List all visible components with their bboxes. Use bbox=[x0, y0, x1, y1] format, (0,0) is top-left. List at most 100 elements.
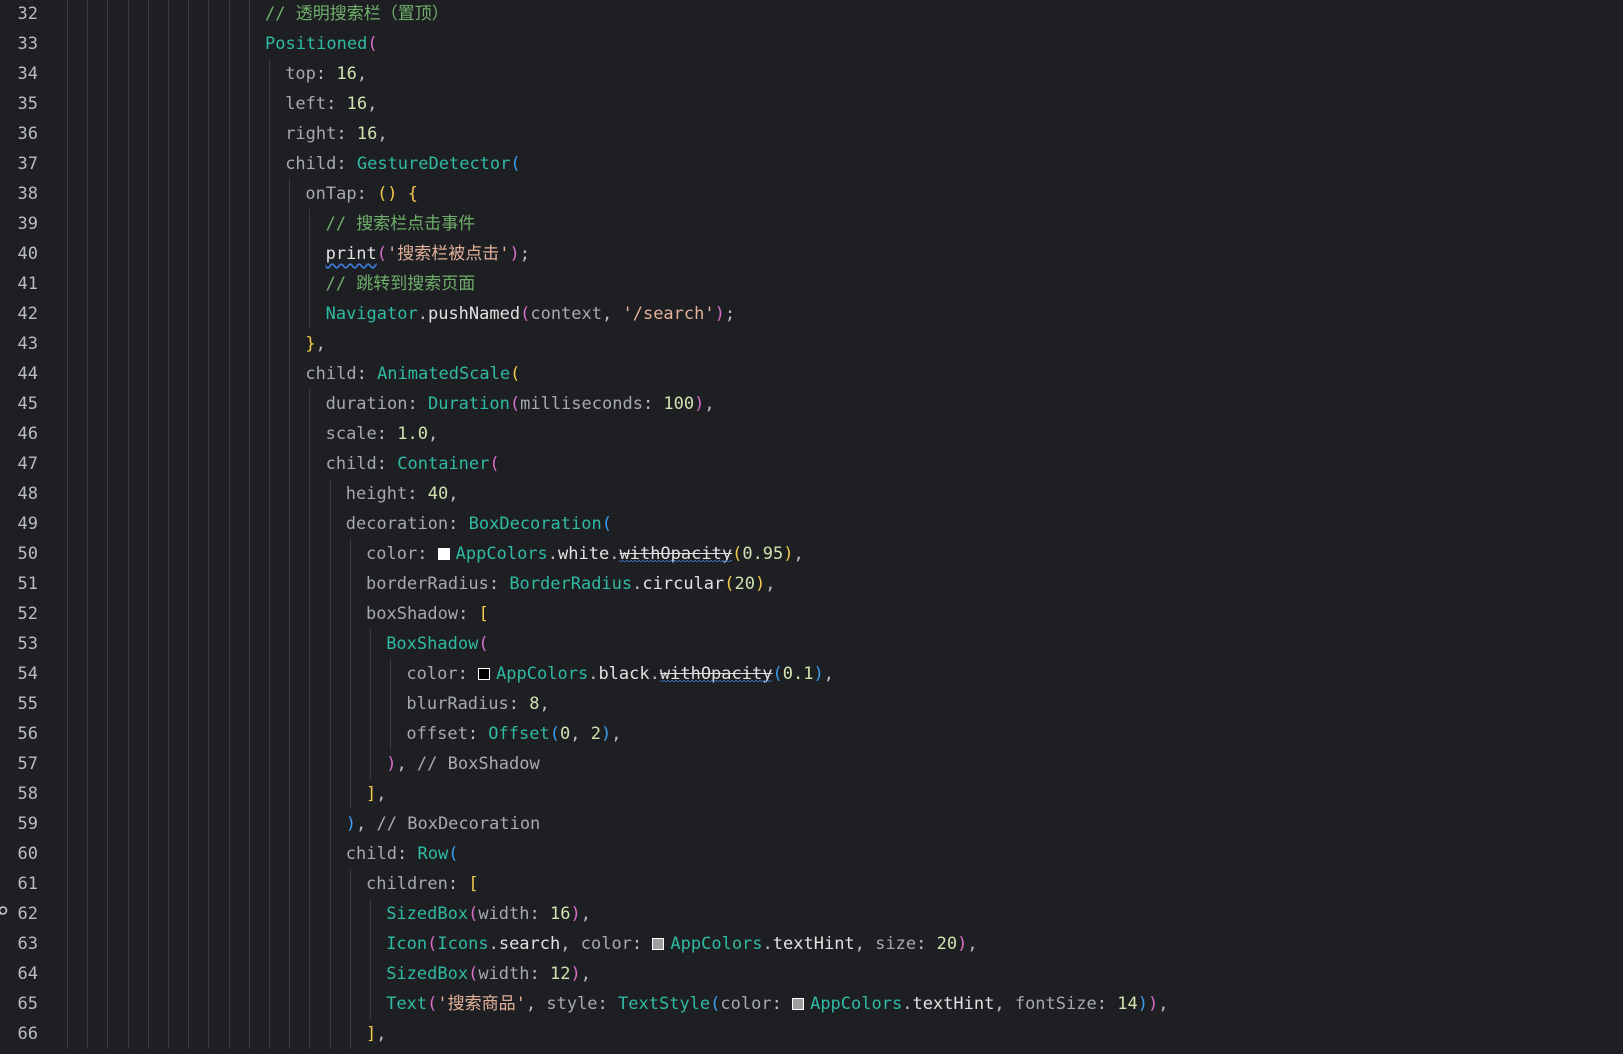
code-line[interactable]: 52 boxShadow: [ bbox=[0, 599, 1623, 629]
code-line[interactable]: 40 print('搜索栏被点击'); bbox=[0, 239, 1623, 269]
line-number[interactable]: 33 bbox=[0, 29, 38, 59]
code-content[interactable]: decoration: BoxDecoration( bbox=[346, 509, 612, 539]
code-line[interactable]: 55 blurRadius: 8, bbox=[0, 689, 1623, 719]
code-line[interactable]: 62 SizedBox(width: 16), bbox=[0, 899, 1623, 929]
code-content[interactable]: child: GestureDetector( bbox=[285, 149, 520, 179]
line-number[interactable]: 52 bbox=[0, 599, 38, 629]
line-number[interactable]: 35 bbox=[0, 89, 38, 119]
code-content[interactable]: // 跳转到搜索页面 bbox=[326, 269, 476, 299]
line-number[interactable]: 63 bbox=[0, 929, 38, 959]
code-content[interactable]: top: 16, bbox=[285, 59, 367, 89]
code-line[interactable]: 38 onTap: () { bbox=[0, 179, 1623, 209]
code-content[interactable]: child: Container( bbox=[326, 449, 500, 479]
line-number[interactable]: 66 bbox=[0, 1019, 38, 1049]
code-line[interactable]: 32 // 透明搜索栏（置顶） bbox=[0, 0, 1623, 29]
code-content[interactable]: SizedBox(width: 16), bbox=[386, 899, 591, 929]
code-content[interactable]: ), // BoxShadow bbox=[386, 749, 540, 779]
color-swatch-icon[interactable] bbox=[478, 668, 491, 680]
line-number[interactable]: 34 bbox=[0, 59, 38, 89]
code-content[interactable]: left: 16, bbox=[285, 89, 377, 119]
color-swatch-icon[interactable] bbox=[437, 548, 450, 560]
code-line[interactable]: 42 Navigator.pushNamed(context, '/search'… bbox=[0, 299, 1623, 329]
line-number[interactable]: 48 bbox=[0, 479, 38, 509]
line-number[interactable]: 38 bbox=[0, 179, 38, 209]
line-number[interactable]: 42 bbox=[0, 299, 38, 329]
code-content[interactable]: Text('搜索商品', style: TextStyle(color: App… bbox=[386, 989, 1168, 1019]
code-line[interactable]: 34 top: 16, bbox=[0, 59, 1623, 89]
code-content[interactable]: child: AnimatedScale( bbox=[305, 359, 520, 389]
line-number[interactable]: 47 bbox=[0, 449, 38, 479]
code-content[interactable]: ], bbox=[366, 779, 387, 809]
code-line[interactable]: 64 SizedBox(width: 12), bbox=[0, 959, 1623, 989]
line-number[interactable]: 51 bbox=[0, 569, 38, 599]
line-number[interactable]: 45 bbox=[0, 389, 38, 419]
code-content[interactable]: ), // BoxDecoration bbox=[346, 809, 541, 839]
code-content[interactable]: borderRadius: BorderRadius.circular(20), bbox=[366, 569, 776, 599]
code-content[interactable]: Positioned( bbox=[265, 29, 378, 59]
code-line[interactable]: 65 Text('搜索商品', style: TextStyle(color: A… bbox=[0, 989, 1623, 1019]
line-number[interactable]: 53 bbox=[0, 629, 38, 659]
code-content[interactable]: blurRadius: 8, bbox=[406, 689, 549, 719]
code-line[interactable]: 58], bbox=[0, 779, 1623, 809]
code-content[interactable]: children: [ bbox=[366, 869, 479, 899]
line-number[interactable]: 39 bbox=[0, 209, 38, 239]
line-number[interactable]: 60 bbox=[0, 839, 38, 869]
code-line[interactable]: 66], bbox=[0, 1019, 1623, 1049]
code-line[interactable]: 53 BoxShadow( bbox=[0, 629, 1623, 659]
code-content[interactable]: SizedBox(width: 12), bbox=[386, 959, 591, 989]
code-line[interactable]: 35 left: 16, bbox=[0, 89, 1623, 119]
code-content[interactable]: color: AppColors.white.withOpacity(0.95)… bbox=[366, 539, 804, 569]
line-number[interactable]: 49 bbox=[0, 509, 38, 539]
code-content[interactable]: right: 16, bbox=[285, 119, 387, 149]
code-content[interactable]: }, bbox=[305, 329, 326, 359]
code-line[interactable]: 60 child: Row( bbox=[0, 839, 1623, 869]
line-number[interactable]: 61 bbox=[0, 869, 38, 899]
line-number[interactable]: 54 bbox=[0, 659, 38, 689]
line-number[interactable]: 44 bbox=[0, 359, 38, 389]
code-line[interactable]: 43}, bbox=[0, 329, 1623, 359]
code-editor[interactable]: 32 // 透明搜索栏（置顶） 33 Positioned( 34 top: 16, 35 l… bbox=[0, 0, 1623, 1054]
code-content[interactable]: duration: Duration(milliseconds: 100), bbox=[326, 389, 715, 419]
line-number[interactable]: 50 bbox=[0, 539, 38, 569]
code-content[interactable]: // 透明搜索栏（置顶） bbox=[265, 0, 449, 29]
code-line[interactable]: 59 ), // BoxDecoration bbox=[0, 809, 1623, 839]
code-content[interactable]: height: 40, bbox=[346, 479, 459, 509]
code-line[interactable]: 51 borderRadius: BorderRadius.circular(20… bbox=[0, 569, 1623, 599]
code-line[interactable]: 48 height: 40, bbox=[0, 479, 1623, 509]
code-lines[interactable]: 32 // 透明搜索栏（置顶） 33 Positioned( 34 top: 16, 35 l… bbox=[0, 0, 1623, 1049]
color-swatch-icon[interactable] bbox=[792, 998, 805, 1010]
line-number[interactable]: 65 bbox=[0, 989, 38, 1019]
line-number[interactable]: 46 bbox=[0, 419, 38, 449]
code-line[interactable]: 41 // 跳转到搜索页面 bbox=[0, 269, 1623, 299]
code-line[interactable]: 39 // 搜索栏点击事件 bbox=[0, 209, 1623, 239]
line-number[interactable]: 36 bbox=[0, 119, 38, 149]
code-content[interactable]: Navigator.pushNamed(context, '/search'); bbox=[326, 299, 736, 329]
code-content[interactable]: print('搜索栏被点击'); bbox=[326, 239, 530, 269]
code-line[interactable]: 44 child: AnimatedScale( bbox=[0, 359, 1623, 389]
search-usage-icon[interactable] bbox=[0, 905, 9, 919]
line-number[interactable]: 56 bbox=[0, 719, 38, 749]
line-number[interactable]: 43 bbox=[0, 329, 38, 359]
line-number[interactable]: 41 bbox=[0, 269, 38, 299]
code-line[interactable]: 54 color: AppColors.black.withOpacity(0.1… bbox=[0, 659, 1623, 689]
code-line[interactable]: 57 ), // BoxShadow bbox=[0, 749, 1623, 779]
code-content[interactable]: BoxShadow( bbox=[386, 629, 488, 659]
code-content[interactable]: ], bbox=[366, 1019, 387, 1049]
code-content[interactable]: color: AppColors.black.withOpacity(0.1), bbox=[406, 659, 834, 689]
code-line[interactable]: 46 scale: 1.0, bbox=[0, 419, 1623, 449]
code-content[interactable]: onTap: () { bbox=[305, 179, 418, 209]
color-swatch-icon[interactable] bbox=[652, 938, 665, 950]
line-number[interactable]: 57 bbox=[0, 749, 38, 779]
line-number[interactable]: 64 bbox=[0, 959, 38, 989]
code-line[interactable]: 36 right: 16, bbox=[0, 119, 1623, 149]
line-number[interactable]: 40 bbox=[0, 239, 38, 269]
line-number[interactable]: 37 bbox=[0, 149, 38, 179]
code-line[interactable]: 45 duration: Duration(milliseconds: 100), bbox=[0, 389, 1623, 419]
code-line[interactable]: 49 decoration: BoxDecoration( bbox=[0, 509, 1623, 539]
line-number[interactable]: 59 bbox=[0, 809, 38, 839]
code-line[interactable]: 47 child: Container( bbox=[0, 449, 1623, 479]
code-content[interactable]: child: Row( bbox=[346, 839, 459, 869]
code-line[interactable]: 63 Icon(Icons.search, color: AppColors.te… bbox=[0, 929, 1623, 959]
line-number[interactable]: 32 bbox=[0, 0, 38, 29]
code-content[interactable]: boxShadow: [ bbox=[366, 599, 489, 629]
